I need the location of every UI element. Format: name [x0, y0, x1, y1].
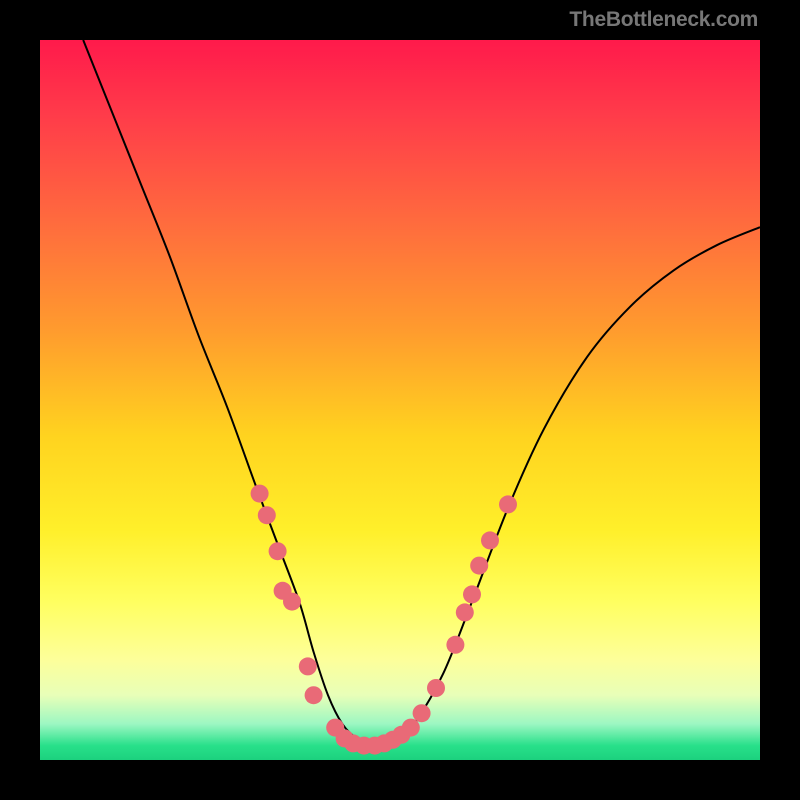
bottleneck-curve — [83, 40, 760, 747]
data-point — [470, 557, 488, 575]
data-point — [251, 485, 269, 503]
data-point — [463, 585, 481, 603]
data-point — [427, 679, 445, 697]
data-point — [269, 542, 287, 560]
scatter-dots — [251, 485, 517, 755]
data-point — [456, 603, 474, 621]
chart-frame: TheBottleneck.com — [0, 0, 800, 800]
data-point — [402, 719, 420, 737]
data-point — [413, 704, 431, 722]
data-point — [258, 506, 276, 524]
data-point — [283, 593, 301, 611]
data-point — [499, 495, 517, 513]
watermark-text: TheBottleneck.com — [569, 8, 758, 32]
data-point — [481, 531, 499, 549]
bottleneck-chart-svg — [40, 40, 760, 760]
data-point — [305, 686, 323, 704]
plot-area — [40, 40, 760, 760]
data-point — [299, 657, 317, 675]
curve-group — [83, 40, 760, 747]
data-point — [446, 636, 464, 654]
